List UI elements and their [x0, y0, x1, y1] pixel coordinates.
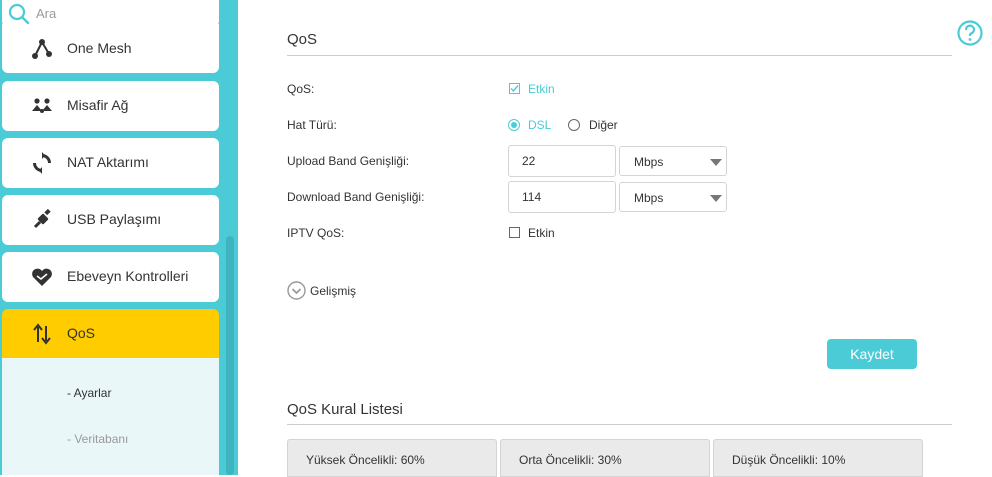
advanced-toggle[interactable]: Gelişmiş — [310, 284, 356, 298]
page-title: QoS — [287, 31, 318, 48]
qos-enable-checkbox[interactable] — [509, 83, 520, 94]
mesh-icon — [32, 39, 52, 59]
line-type-label: Hat Türü: — [287, 118, 337, 132]
sidebar-item-label: Ebeveyn Kontrolleri — [67, 268, 189, 284]
usb-icon — [33, 208, 51, 229]
qos-enable-label[interactable]: Etkin — [528, 82, 555, 96]
guest-network-icon — [32, 98, 52, 113]
sidebar-item-parental-controls[interactable]: Ebeveyn Kontrolleri — [2, 252, 219, 302]
rule-list-title: QoS Kural Listesi — [287, 401, 403, 418]
line-type-other-label[interactable]: Diğer — [589, 118, 618, 132]
submenu-item-database[interactable]: - Veritabanı — [67, 432, 128, 446]
sidebar-item-label: NAT Aktarımı — [67, 154, 149, 170]
sidebar-item-label: USB Paylaşımı — [67, 211, 162, 227]
iptv-qos-label: IPTV QoS: — [287, 226, 345, 240]
qos-submenu: - Ayarlar - Veritabanı — [2, 358, 219, 475]
sidebar-scrollbar[interactable] — [226, 236, 234, 475]
tab-label: Düşük Öncelikli: 10% — [732, 453, 846, 467]
sidebar-item-nat-forwarding[interactable]: NAT Aktarımı — [2, 138, 219, 188]
check-icon — [510, 85, 519, 93]
parental-controls-icon — [32, 268, 52, 286]
line-type-other-radio[interactable] — [568, 119, 580, 131]
tab-label: Yüksek Öncelikli: 60% — [306, 453, 425, 467]
expand-advanced-icon[interactable] — [287, 281, 306, 300]
upload-bandwidth-input[interactable]: 22 — [508, 145, 616, 177]
sidebar-item-one-mesh[interactable]: One Mesh — [2, 24, 219, 73]
tab-label: Orta Öncelikli: 30% — [519, 453, 622, 467]
download-unit-value: Mbps — [634, 191, 664, 205]
search-icon — [8, 3, 30, 25]
line-type-dsl-radio[interactable] — [508, 119, 520, 131]
section-divider — [287, 55, 952, 56]
download-bandwidth-input[interactable]: 114 — [508, 181, 616, 213]
line-type-dsl-label[interactable]: DSL — [528, 118, 551, 132]
tab-medium-priority[interactable]: Orta Öncelikli: 30% — [500, 439, 710, 477]
chevron-down-icon — [710, 195, 722, 202]
nat-forwarding-icon — [33, 152, 51, 174]
help-icon[interactable] — [957, 20, 983, 46]
upload-unit-select[interactable]: Mbps — [619, 146, 727, 176]
sidebar-item-label: Misafir Ağ — [67, 97, 129, 113]
tab-low-priority[interactable]: Düşük Öncelikli: 10% — [713, 439, 923, 477]
save-button[interactable]: Kaydet — [827, 339, 917, 369]
submenu-item-settings[interactable]: - Ayarlar — [67, 386, 111, 400]
download-bandwidth-label: Download Band Genişliği: — [287, 190, 425, 204]
iptv-enable-label[interactable]: Etkin — [528, 226, 555, 240]
upload-bandwidth-label: Upload Band Genişliği: — [287, 154, 410, 168]
chevron-down-icon — [710, 159, 722, 166]
qos-label: QoS: — [287, 82, 315, 96]
download-unit-select[interactable]: Mbps — [619, 182, 727, 212]
sidebar: One Mesh Misafir Ağ NAT Aktarımı USB Pay… — [0, 0, 238, 475]
search-box[interactable] — [2, 0, 219, 27]
sidebar-item-label: QoS — [67, 325, 96, 341]
tab-high-priority[interactable]: Yüksek Öncelikli: 60% — [287, 439, 497, 477]
iptv-enable-checkbox[interactable] — [509, 227, 520, 238]
sidebar-item-label: One Mesh — [67, 40, 132, 56]
sidebar-item-guest-network[interactable]: Misafir Ağ — [2, 81, 219, 131]
sidebar-item-qos[interactable]: QoS — [2, 309, 219, 359]
upload-unit-value: Mbps — [634, 155, 664, 169]
qos-icon — [33, 323, 51, 345]
sidebar-item-usb-sharing[interactable]: USB Paylaşımı — [2, 195, 219, 245]
rule-list-divider — [287, 424, 952, 425]
search-input[interactable] — [36, 3, 206, 23]
